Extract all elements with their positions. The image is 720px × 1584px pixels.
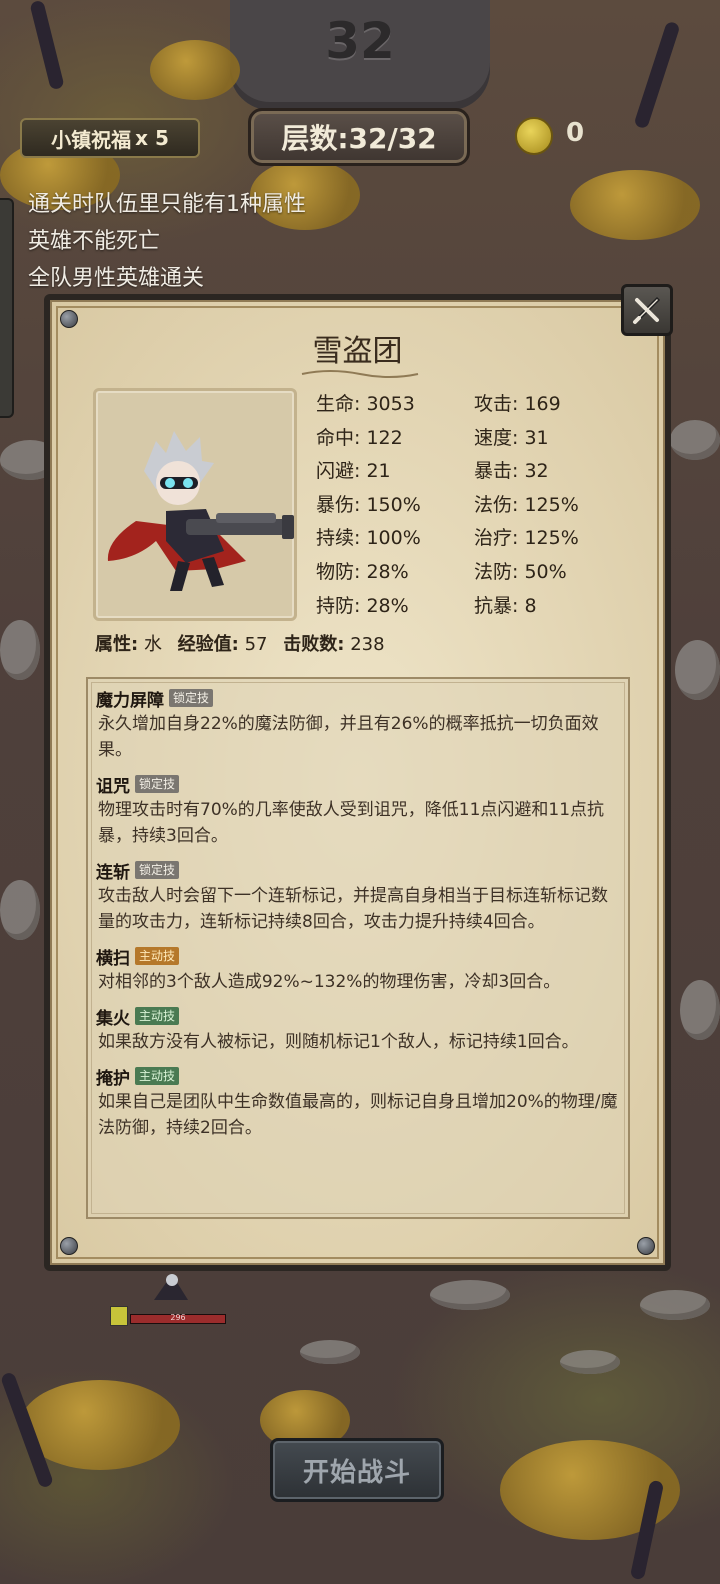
close-icon (633, 296, 661, 324)
hero-attribute-line: 属性: 水 经验值: 57 击败数: 238 (95, 630, 385, 656)
stat-speed: 速度: 31 (474, 426, 549, 449)
stat-physical-defense: 物防: 28% (316, 560, 409, 583)
rivet-icon (637, 1237, 655, 1255)
skills-list[interactable]: 魔力屏障 锁定技 永久增加自身22%的魔法防御，并且有26%的概率抵抗一切负面效… (86, 677, 630, 1219)
stat-duration: 持续: 100% (316, 527, 421, 550)
stick (29, 0, 65, 91)
stat-crit-damage: 暴伤: 150% (316, 493, 421, 516)
objective-item: 全队男性英雄通关 (28, 266, 205, 291)
objectives-list: 通关时队伍里只能有1种属性 英雄不能死亡 全队男性英雄通关 (28, 186, 306, 297)
blessing-label: 小镇祝福 (51, 127, 132, 152)
rock (670, 420, 720, 460)
floor-indicator: 层数:32/32 (248, 108, 470, 166)
wave-number: 32 (325, 12, 395, 70)
rock (560, 1350, 620, 1374)
skill-description: 如果自己是团队中生命数值最高的，则标记自身且增加20%的物理/魔法防御，持续2回… (98, 1092, 618, 1138)
skill-item: 横扫 主动技 对相邻的3个敌人造成92%~132%的物理伤害，冷却3回合。 (96, 943, 620, 995)
stat-hp: 生命: 3053 (316, 393, 415, 415)
skill-item: 魔力屏障 锁定技 永久增加自身22%的魔法防御，并且有26%的概率抵抗一切负面效… (96, 685, 620, 763)
skill-name: 魔力屏障 (96, 690, 164, 711)
skill-name: 掩护 (96, 1068, 130, 1089)
level-badge-icon (110, 1306, 128, 1326)
stat-healing: 治疗: 125% (474, 527, 579, 550)
skill-description: 对相邻的3个敌人造成92%~132%的物理伤害，冷却3回合。 (98, 972, 561, 992)
skill-description: 如果敌方没有人被标记，则随机标记1个敌人，标记持续1回合。 (98, 1032, 579, 1052)
town-blessing-badge[interactable]: 小镇祝福 x 5 (20, 118, 200, 158)
skill-description: 永久增加自身22%的魔法防御，并且有26%的概率抵抗一切负面效果。 (98, 714, 599, 760)
stat-dodge: 闪避: 21 (316, 460, 391, 483)
skill-description: 物理攻击时有70%的几率使敌人受到诅咒，降低11点闪避和11点抗暴，持续3回合。 (98, 800, 605, 846)
rock (680, 980, 720, 1040)
skill-tag: 锁定技 (135, 861, 180, 879)
skill-item: 掩护 主动技 如果自己是团队中生命数值最高的，则标记自身且增加20%的物理/魔法… (96, 1063, 620, 1141)
title-flourish-icon (301, 370, 419, 378)
skill-description: 攻击敌人时会留下一个连斩标记，并提高自身相当于目标连斩标记数量的攻击力，连斩标记… (98, 886, 608, 932)
skill-tag: 主动技 (135, 947, 180, 965)
rock (640, 1290, 710, 1320)
hero-sprite-icon (107, 431, 294, 591)
rock (430, 1280, 510, 1310)
skill-item: 诅咒 锁定技 物理攻击时有70%的几率使敌人受到诅咒，降低11点闪避和11点抗暴… (96, 771, 620, 849)
rock (675, 640, 720, 700)
skill-tag: 主动技 (135, 1007, 180, 1025)
skill-name: 集火 (96, 1008, 130, 1029)
skill-tag: 锁定技 (135, 775, 180, 793)
skill-tag: 锁定技 (169, 689, 214, 707)
hero-hp-value: 296 (170, 1313, 186, 1322)
stat-magic-defense: 法防: 50% (474, 560, 567, 583)
skill-name: 连斩 (96, 862, 130, 883)
coin-icon (515, 117, 553, 155)
start-battle-button[interactable]: 开始战斗 (270, 1438, 444, 1502)
field-hero-sprite-icon[interactable] (148, 1270, 194, 1306)
skill-name: 诅咒 (96, 776, 130, 797)
stat-attack: 攻击: 169 (474, 393, 561, 415)
bush (570, 170, 700, 240)
stat-accuracy: 命中: 122 (316, 426, 403, 449)
kills-label: 击败数: (283, 634, 345, 655)
exp-label: 经验值: (177, 634, 239, 655)
skill-item: 连斩 锁定技 攻击敌人时会留下一个连斩标记，并提高自身相当于目标连斩标记数量的攻… (96, 857, 620, 935)
attribute-value: 水 (143, 634, 162, 655)
skill-tag: 主动技 (135, 1067, 180, 1085)
objective-item: 通关时队伍里只能有1种属性 (28, 192, 306, 217)
hero-stats-grid: 生命: 3053 攻击: 169 命中: 122 速度: 31 闪避: 21 暴… (316, 388, 636, 623)
coin-count: 0 (566, 118, 585, 148)
stat-dot-defense: 持防: 28% (316, 594, 409, 617)
rock (0, 620, 40, 680)
kills-value: 238 (350, 634, 385, 655)
rivet-icon (60, 1237, 78, 1255)
objective-item: 英雄不能死亡 (28, 229, 161, 254)
exp-value: 57 (244, 634, 268, 655)
skill-item: 集火 主动技 如果敌方没有人被标记，则随机标记1个敌人，标记持续1回合。 (96, 1003, 620, 1055)
attribute-label: 属性: (95, 634, 139, 655)
hero-portrait (93, 388, 297, 621)
rock (0, 880, 40, 940)
stat-crit: 暴击: 32 (474, 460, 549, 483)
blessing-count: x 5 (135, 126, 169, 150)
bush (150, 40, 240, 100)
rock (300, 1340, 360, 1364)
skill-name: 横扫 (96, 948, 130, 969)
stick (633, 20, 681, 130)
stat-crit-resist: 抗暴: 8 (474, 594, 537, 617)
stat-magic-damage: 法伤: 125% (474, 493, 579, 516)
hero-name: 雪盗团 (312, 334, 403, 369)
side-drawer-tab[interactable] (0, 198, 14, 418)
